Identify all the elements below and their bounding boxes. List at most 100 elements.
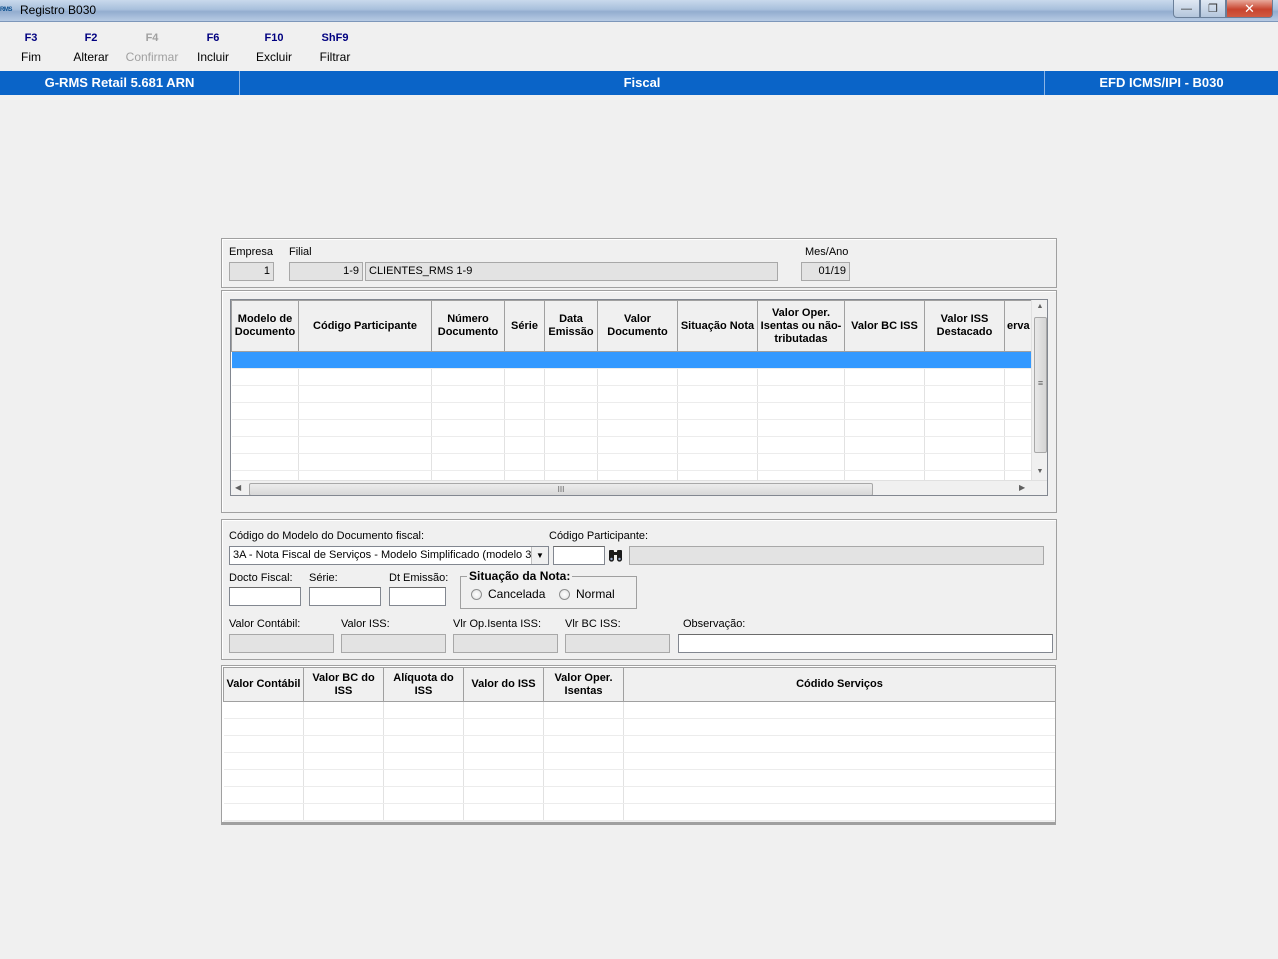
table-cell[interactable] <box>231 402 299 420</box>
table-row[interactable] <box>231 351 1047 369</box>
table-cell[interactable] <box>543 752 624 770</box>
table-cell[interactable] <box>463 769 544 787</box>
table-cell[interactable] <box>757 436 845 454</box>
table-row[interactable] <box>231 385 1047 403</box>
main-grid-column-header[interactable]: Valor ISS Destacado <box>924 300 1005 352</box>
table-cell[interactable] <box>504 419 545 437</box>
table-cell[interactable] <box>504 402 545 420</box>
table-cell[interactable] <box>298 436 432 454</box>
main-grid-column-header[interactable]: Valor Oper. Isentas ou não-tributadas <box>757 300 845 352</box>
table-cell[interactable] <box>844 351 925 369</box>
main-grid-column-header[interactable]: Valor BC ISS <box>844 300 925 352</box>
table-cell[interactable] <box>223 769 304 787</box>
table-cell[interactable] <box>757 453 845 471</box>
table-cell[interactable] <box>597 385 678 403</box>
main-grid-hscrollbar[interactable]: ◀ III ▶ <box>231 480 1047 495</box>
table-cell[interactable] <box>431 385 505 403</box>
table-cell[interactable] <box>383 769 464 787</box>
participante-field[interactable] <box>553 546 605 565</box>
table-cell[interactable] <box>623 769 1055 787</box>
binoculars-search-icon[interactable] <box>606 546 626 565</box>
table-cell[interactable] <box>844 453 925 471</box>
table-cell[interactable] <box>623 752 1055 770</box>
table-row[interactable] <box>223 769 1055 787</box>
table-cell[interactable] <box>544 419 598 437</box>
table-row[interactable] <box>223 786 1055 804</box>
table-cell[interactable] <box>543 735 624 753</box>
table-cell[interactable] <box>543 718 624 736</box>
table-cell[interactable] <box>463 701 544 719</box>
table-cell[interactable] <box>924 419 1005 437</box>
table-cell[interactable] <box>844 436 925 454</box>
table-cell[interactable] <box>303 718 384 736</box>
table-cell[interactable] <box>223 718 304 736</box>
table-cell[interactable] <box>463 786 544 804</box>
dtemissao-field[interactable] <box>389 587 446 606</box>
table-row[interactable] <box>223 752 1055 770</box>
table-cell[interactable] <box>223 752 304 770</box>
table-cell[interactable] <box>543 769 624 787</box>
table-cell[interactable] <box>597 402 678 420</box>
table-cell[interactable] <box>463 718 544 736</box>
table-cell[interactable] <box>544 368 598 386</box>
table-row[interactable] <box>231 368 1047 386</box>
hscroll-thumb[interactable]: III <box>249 483 873 495</box>
radio-cancelada[interactable] <box>471 589 482 600</box>
scroll-down-icon[interactable]: ▼ <box>1032 468 1047 475</box>
table-cell[interactable] <box>383 752 464 770</box>
table-cell[interactable] <box>431 419 505 437</box>
table-cell[interactable] <box>231 453 299 471</box>
scroll-left-icon[interactable]: ◀ <box>235 483 241 492</box>
table-cell[interactable] <box>924 351 1005 369</box>
table-cell[interactable] <box>623 803 1055 821</box>
minimize-button[interactable]: — <box>1173 0 1200 18</box>
table-cell[interactable] <box>924 368 1005 386</box>
table-cell[interactable] <box>924 402 1005 420</box>
table-cell[interactable] <box>544 351 598 369</box>
table-cell[interactable] <box>298 419 432 437</box>
table-cell[interactable] <box>597 453 678 471</box>
table-cell[interactable] <box>544 402 598 420</box>
table-cell[interactable] <box>463 735 544 753</box>
toolbar-button-filtrar[interactable]: ShF9 Filtrar <box>304 30 366 65</box>
table-cell[interactable] <box>504 453 545 471</box>
table-cell[interactable] <box>303 701 384 719</box>
table-cell[interactable] <box>623 718 1055 736</box>
detail-grid-column-header[interactable]: Valor do ISS <box>463 667 544 702</box>
table-cell[interactable] <box>844 368 925 386</box>
chevron-down-icon[interactable]: ▼ <box>531 547 548 564</box>
table-cell[interactable] <box>298 385 432 403</box>
main-grid[interactable]: Modelo de Documento Código Participante Nú… <box>230 299 1048 496</box>
table-cell[interactable] <box>303 803 384 821</box>
table-cell[interactable] <box>623 735 1055 753</box>
toolbar-button-alterar[interactable]: F2 Alterar <box>60 30 122 65</box>
table-cell[interactable] <box>383 786 464 804</box>
table-cell[interactable] <box>597 419 678 437</box>
detail-grid-column-header[interactable]: Valor BC do ISS <box>303 667 384 702</box>
main-grid-column-header[interactable]: Número Documento <box>431 300 505 352</box>
table-cell[interactable] <box>504 436 545 454</box>
table-cell[interactable] <box>504 351 545 369</box>
table-cell[interactable] <box>383 718 464 736</box>
docto-field[interactable] <box>229 587 301 606</box>
table-cell[interactable] <box>623 786 1055 804</box>
table-cell[interactable] <box>223 786 304 804</box>
table-cell[interactable] <box>431 436 505 454</box>
toolbar-button-excluir[interactable]: F10 Excluir <box>243 30 305 65</box>
radio-normal[interactable] <box>559 589 570 600</box>
toolbar-button-confirmar[interactable]: F4 Confirmar <box>121 30 183 65</box>
table-cell[interactable] <box>757 402 845 420</box>
table-cell[interactable] <box>677 402 758 420</box>
table-cell[interactable] <box>597 368 678 386</box>
table-cell[interactable] <box>431 402 505 420</box>
table-cell[interactable] <box>924 436 1005 454</box>
table-cell[interactable] <box>623 701 1055 719</box>
table-cell[interactable] <box>543 786 624 804</box>
table-row[interactable] <box>223 735 1055 753</box>
table-cell[interactable] <box>844 419 925 437</box>
main-grid-column-header[interactable]: Data Emissão <box>544 300 598 352</box>
table-cell[interactable] <box>504 385 545 403</box>
table-cell[interactable] <box>231 351 299 369</box>
vscroll-thumb[interactable]: ≡ <box>1034 317 1047 453</box>
table-cell[interactable] <box>383 735 464 753</box>
